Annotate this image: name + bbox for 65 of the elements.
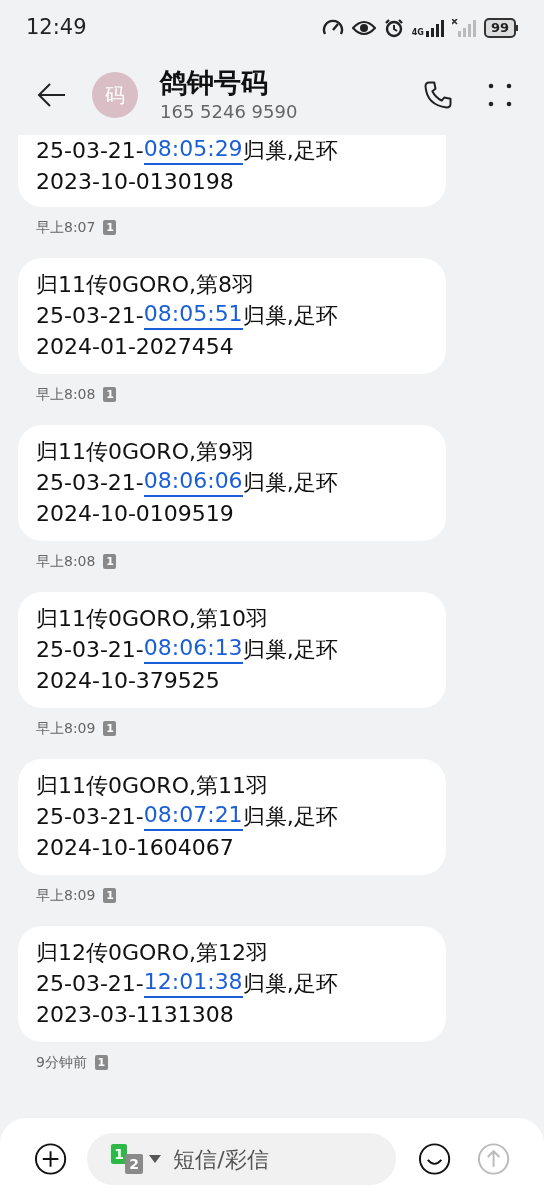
contact-name: 鸽钟号码: [160, 66, 269, 100]
time-link[interactable]: 08:07:21: [143, 801, 243, 831]
battery-indicator: 99: [483, 17, 518, 38]
message-line: 2024-10-379525: [36, 667, 221, 695]
message-line: 归11传0GORO,第11羽: [36, 772, 269, 800]
message-line: 归11传0GORO,第8羽: [36, 271, 255, 299]
alarm-icon: [383, 17, 404, 38]
message-bubble[interactable]: 归11传0GORO,第10羽 25-03-21-08:06:13归巢,足环 2024-10-379525: [18, 592, 446, 708]
message-text: 归巢,足环: [242, 636, 338, 664]
network-type: 4G: [411, 28, 424, 37]
message-bubble[interactable]: 归11传0GORO,第9羽 25-03-21-08:06:06归巢,足环 2024-10-0109519: [18, 425, 446, 541]
time-link[interactable]: 08:05:29: [143, 135, 243, 165]
message-bubble[interactable]: 归12传0GORO,第12羽 25-03-21-12:01:38归巢,足环 2023-03-1131308: [18, 926, 446, 1042]
sim-badge: 1: [103, 220, 117, 235]
message-time: 早上8:09: [36, 886, 96, 905]
more-icon: [488, 83, 512, 107]
message-text: 归巢,足环: [242, 302, 338, 330]
sim-badge: 1: [103, 721, 117, 736]
message-time: 早上8:07: [36, 218, 96, 237]
message-bubble[interactable]: 归11传0GORO,第11羽 25-03-21-08:07:21归巢,足环 2024-10-1604067: [18, 759, 446, 875]
message-line: 2024-01-2027454: [36, 333, 235, 361]
contact-avatar: 码: [92, 72, 138, 118]
message-bubble[interactable]: 25-03-21-08:05:29归巢,足环 2023-10-0130198: [18, 135, 446, 207]
message-time: 早上8:08: [36, 552, 96, 571]
message-line: 归11传0GORO,第9羽: [36, 438, 255, 466]
status-time: 12:49: [26, 13, 87, 41]
message-bubble[interactable]: 归11传0GORO,第8羽 25-03-21-08:05:51归巢,足环 2024-01-2027454: [18, 258, 446, 374]
sim-badge: 1: [103, 554, 117, 569]
contact-number: 165 5246 9590: [160, 100, 298, 124]
sim-badge: 1: [103, 888, 117, 903]
message-text: 归巢,足环: [242, 137, 338, 165]
add-icon[interactable]: [34, 1142, 68, 1176]
message-text: 归巢,足环: [242, 803, 338, 831]
message-text: 25-03-21-: [36, 469, 144, 497]
message-time: 早上8:08: [36, 385, 96, 404]
sim-badge: 1: [103, 387, 117, 402]
message-time: 9分钟前: [36, 1053, 87, 1072]
message-text: 25-03-21-: [36, 302, 144, 330]
message-text: 25-03-21-: [36, 137, 144, 165]
message-line: 2024-10-1604067: [36, 834, 235, 862]
message-text: 25-03-21-: [36, 970, 144, 998]
message-input-field[interactable]: 1 2 短信/彩信: [87, 1133, 396, 1185]
dropdown-icon[interactable]: [149, 1155, 162, 1163]
message-time: 早上8:09: [36, 719, 96, 738]
time-link[interactable]: 08:06:13: [143, 634, 243, 664]
message-text: 归巢,足环: [242, 970, 338, 998]
message-text: 25-03-21-: [36, 803, 144, 831]
time-link[interactable]: 08:05:51: [143, 300, 243, 330]
emoji-icon[interactable]: [417, 1142, 451, 1176]
message-text: 归巢,足环: [242, 469, 338, 497]
time-link[interactable]: 08:06:06: [143, 467, 243, 497]
sim-two-badge[interactable]: 2: [125, 1154, 144, 1174]
sim-badge: 1: [94, 1055, 108, 1070]
message-line: 归11传0GORO,第10羽: [36, 605, 269, 633]
message-line: 2024-10-0109519: [36, 500, 235, 528]
message-line: 2023-10-0130198: [36, 168, 235, 196]
message-text: 25-03-21-: [36, 636, 144, 664]
no-signal-icon: [451, 18, 476, 37]
message-line: 2023-03-1131308: [36, 1001, 235, 1029]
time-link[interactable]: 12:01:38: [143, 968, 243, 998]
phone-icon: [423, 80, 453, 110]
eye-icon: [351, 19, 376, 36]
message-line: 归12传0GORO,第12羽: [36, 939, 269, 967]
signal-icon: [425, 18, 444, 37]
back-icon: [37, 82, 67, 108]
